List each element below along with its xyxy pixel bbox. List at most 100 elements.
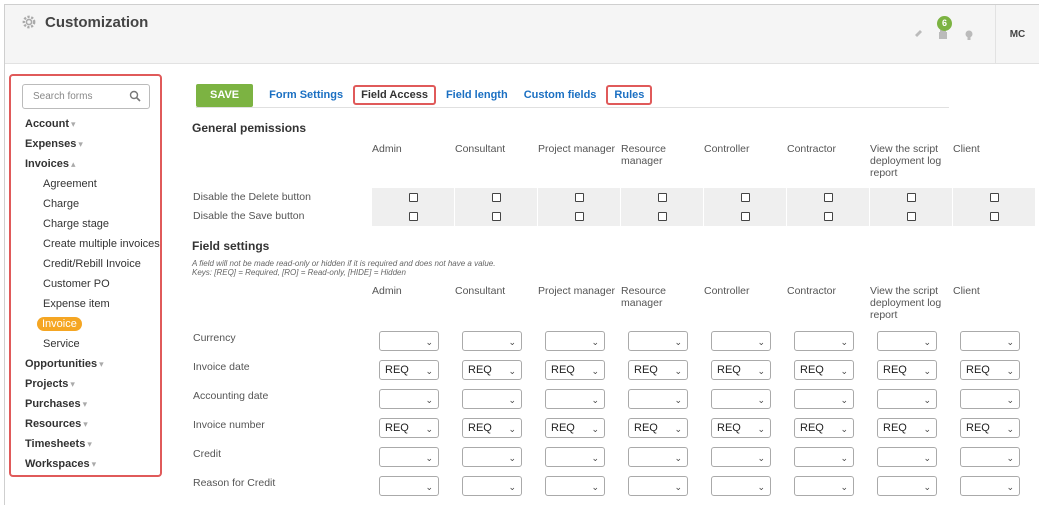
chevron-down-icon: ⌄ — [591, 337, 599, 347]
permission-checkbox[interactable] — [657, 193, 667, 202]
permission-checkbox[interactable] — [657, 212, 667, 221]
chevron-down-icon: ⌄ — [591, 482, 599, 492]
permission-checkbox[interactable] — [906, 193, 916, 202]
field-access-select[interactable]: REQ ⌄ — [628, 360, 688, 380]
field-access-select[interactable]: REQ ⌄ — [379, 418, 439, 438]
field-access-select[interactable]: REQ ⌄ — [462, 360, 522, 380]
field-access-select[interactable]: ⌄ — [711, 447, 771, 467]
tab-rules[interactable]: Rules — [606, 84, 653, 105]
field-access-select[interactable]: ⌄ — [960, 476, 1020, 496]
field-access-select[interactable]: ⌄ — [877, 389, 937, 409]
field-access-select[interactable]: REQ ⌄ — [545, 418, 605, 438]
permission-checkbox[interactable] — [823, 212, 833, 221]
field-access-select[interactable]: ⌄ — [628, 331, 688, 351]
field-access-select[interactable]: REQ ⌄ — [877, 360, 937, 380]
field-access-select[interactable]: REQ ⌄ — [711, 360, 771, 380]
permission-checkbox[interactable] — [740, 212, 750, 221]
field-access-select[interactable]: REQ ⌄ — [794, 360, 854, 380]
field-access-select[interactable]: ⌄ — [960, 389, 1020, 409]
tab-field-access[interactable]: Field Access — [353, 84, 436, 105]
field-access-select[interactable]: REQ ⌄ — [960, 418, 1020, 438]
field-access-select[interactable]: ⌄ — [545, 476, 605, 496]
sidebar-section-resources[interactable]: Resources ▾ — [11, 414, 160, 434]
field-access-select[interactable]: REQ ⌄ — [960, 360, 1020, 380]
field-access-select[interactable]: ⌄ — [545, 331, 605, 351]
sidebar-section-workspaces[interactable]: Workspaces ▾ — [11, 454, 160, 474]
field-access-select[interactable]: ⌄ — [711, 389, 771, 409]
sidebar-section-invoices[interactable]: Invoices ▴ — [11, 154, 160, 174]
sidebar-item-invoice[interactable]: Invoice — [11, 314, 160, 334]
lightbulb-icon[interactable] — [957, 23, 981, 47]
field-access-select[interactable]: REQ ⌄ — [877, 418, 937, 438]
permission-checkbox[interactable] — [906, 212, 916, 221]
field-access-select[interactable]: REQ ⌄ — [462, 418, 522, 438]
field-access-select[interactable]: ⌄ — [711, 476, 771, 496]
sidebar-section-purchases[interactable]: Purchases ▾ — [11, 394, 160, 414]
field-access-select[interactable]: REQ ⌄ — [545, 360, 605, 380]
field-access-select[interactable]: ⌄ — [877, 476, 937, 496]
sidebar-item-customer-po[interactable]: Customer PO — [11, 274, 160, 294]
field-access-select[interactable]: ⌄ — [379, 447, 439, 467]
sidebar-item-service[interactable]: Service — [11, 334, 160, 354]
field-access-select[interactable]: ⌄ — [545, 389, 605, 409]
field-access-select[interactable]: ⌄ — [628, 389, 688, 409]
permission-checkbox[interactable] — [574, 193, 584, 202]
tab-field-length[interactable]: Field length — [440, 87, 514, 103]
field-access-select[interactable]: ⌄ — [877, 331, 937, 351]
field-access-select[interactable]: REQ ⌄ — [711, 418, 771, 438]
tab-form-settings[interactable]: Form Settings — [263, 87, 349, 103]
sidebar-section-opportunities[interactable]: Opportunities ▾ — [11, 354, 160, 374]
field-access-select[interactable]: ⌄ — [877, 447, 937, 467]
sidebar-item-agreement[interactable]: Agreement — [11, 174, 160, 194]
field-access-select[interactable]: ⌄ — [462, 331, 522, 351]
field-access-select[interactable]: ⌄ — [462, 476, 522, 496]
permission-checkbox[interactable] — [989, 193, 999, 202]
field-access-select[interactable]: ⌄ — [462, 389, 522, 409]
tab-custom-fields[interactable]: Custom fields — [518, 87, 603, 103]
sidebar-section-projects[interactable]: Projects ▾ — [11, 374, 160, 394]
select-value: REQ — [883, 364, 907, 376]
field-access-select[interactable]: ⌄ — [960, 447, 1020, 467]
field-access-select[interactable]: ⌄ — [794, 476, 854, 496]
permission-checkbox[interactable] — [491, 193, 501, 202]
field-access-select[interactable]: ⌄ — [628, 447, 688, 467]
field-access-select[interactable]: ⌄ — [960, 331, 1020, 351]
field-access-select[interactable]: ⌄ — [794, 447, 854, 467]
field-access-select[interactable]: ⌄ — [794, 389, 854, 409]
sidebar-section-expenses[interactable]: Expenses ▾ — [11, 134, 160, 154]
sidebar-item-charge-stage[interactable]: Charge stage — [11, 214, 160, 234]
permission-checkbox[interactable] — [989, 212, 999, 221]
field-access-select[interactable]: ⌄ — [379, 389, 439, 409]
field-access-select[interactable]: ⌄ — [379, 331, 439, 351]
sidebar-item-charge[interactable]: Charge — [11, 194, 160, 214]
column-header: Admin — [372, 285, 402, 297]
chevron-down-icon: ⌄ — [674, 366, 682, 376]
save-button[interactable]: SAVE — [196, 84, 254, 107]
field-access-select[interactable]: ⌄ — [628, 476, 688, 496]
field-access-select[interactable]: REQ ⌄ — [379, 360, 439, 380]
field-access-select[interactable]: REQ ⌄ — [794, 418, 854, 438]
field-access-select[interactable]: ⌄ — [711, 331, 771, 351]
permission-checkbox[interactable] — [408, 193, 418, 202]
permission-checkbox[interactable] — [491, 212, 501, 221]
sidebar-section-account[interactable]: Account ▾ — [11, 114, 160, 134]
permission-checkbox[interactable] — [823, 193, 833, 202]
field-access-select[interactable]: ⌄ — [379, 476, 439, 496]
permission-checkbox[interactable] — [740, 193, 750, 202]
chevron-icon: ▾ — [78, 139, 83, 149]
field-access-select[interactable]: ⌄ — [545, 447, 605, 467]
sidebar-item-credit-rebill-invoice[interactable]: Credit/Rebill Invoice — [11, 254, 160, 274]
search-input[interactable]: Search forms — [22, 84, 150, 109]
field-access-select[interactable]: ⌄ — [794, 331, 854, 351]
avatar[interactable]: MC — [995, 5, 1039, 64]
field-access-select[interactable]: REQ ⌄ — [628, 418, 688, 438]
permission-checkbox[interactable] — [408, 212, 418, 221]
notifications-icon[interactable]: 6 — [931, 15, 955, 47]
sidebar-section-timesheets[interactable]: Timesheets ▾ — [11, 434, 160, 454]
sidebar-item-expense-item[interactable]: Expense item — [11, 294, 160, 314]
permission-checkbox[interactable] — [574, 212, 584, 221]
rocket-icon[interactable] — [905, 23, 929, 47]
field-access-select[interactable]: ⌄ — [462, 447, 522, 467]
sidebar-item-create-multiple-invoices[interactable]: Create multiple invoices — [11, 234, 160, 254]
column-header: View the script deployment log report — [870, 143, 942, 179]
